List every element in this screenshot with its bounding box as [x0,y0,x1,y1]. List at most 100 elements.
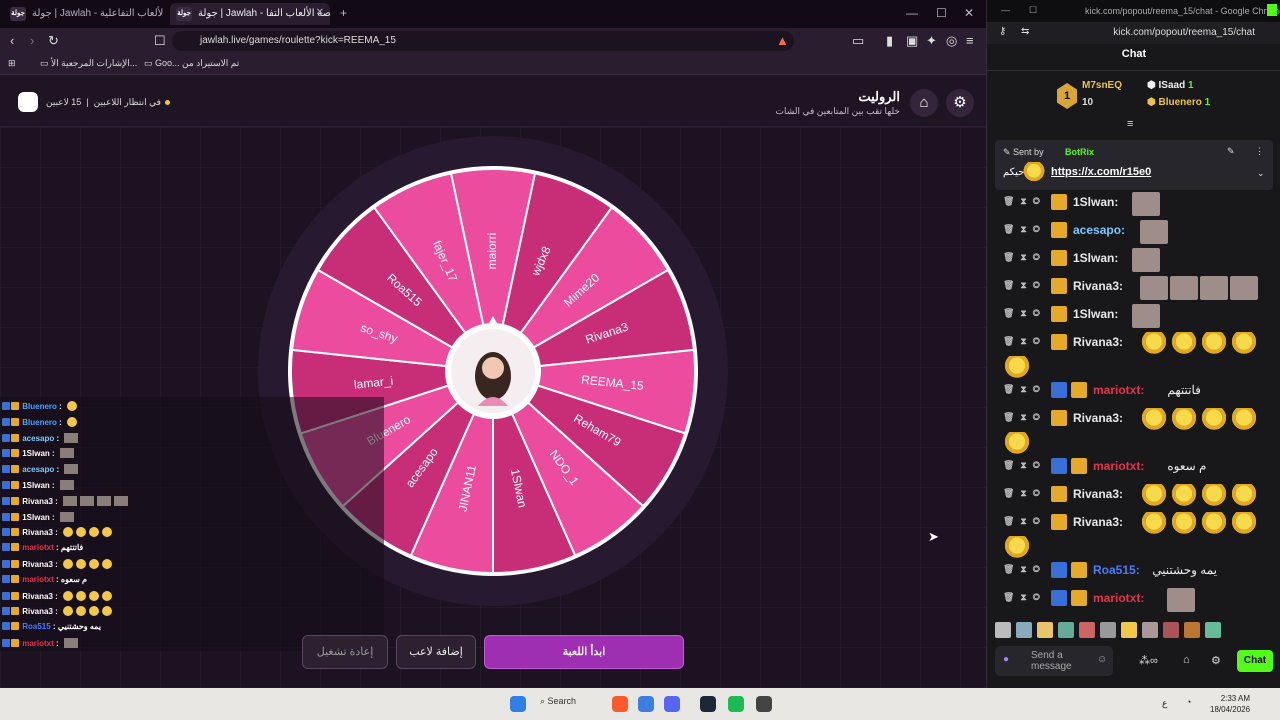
apps-icon[interactable]: ⊞ [8,58,16,69]
mic-icon[interactable]: ● [1003,654,1009,665]
pinned-link[interactable]: https://x.com/r15e0 [1051,166,1151,178]
discord-icon[interactable] [664,696,680,712]
tab-jawlah-2[interactable]: جولة جولة | Jawlah - منصة الألعاب التفا … [170,3,330,25]
chat-username[interactable]: Rivana3: [1073,487,1123,501]
mod-tools-icons[interactable]: 🗑⧗◎ [1003,308,1046,319]
chat-username[interactable]: Rivana3: [1073,411,1123,425]
collapse-leaderboard-icon[interactable]: ≡ [1127,118,1133,130]
chat-message[interactable]: 🗑⧗◎ Rivana3: [987,408,1280,456]
chat-username[interactable]: 1Slwan: [1073,251,1118,265]
chevron-down-icon[interactable]: ⌄ [1257,168,1265,179]
leaderboard-third[interactable]: ⬢ Bluenero 1 [1147,97,1210,108]
quick-emote-icon[interactable] [1037,622,1053,638]
windows-start-icon[interactable] [510,696,526,712]
close-tab-icon[interactable]: ✕ [316,7,324,18]
steam-icon[interactable] [700,696,716,712]
chat-message[interactable]: 🗑⧗◎ Rivana3: [987,276,1280,304]
mod-tools-icons[interactable]: 🗑⧗◎ [1003,280,1046,291]
wallet-icon[interactable]: ▣ [906,33,918,49]
reset-button[interactable]: إعادة تشغيل [302,635,388,669]
language-indicator[interactable]: ع [1162,698,1167,709]
chat-send-button[interactable]: Chat [1237,650,1273,672]
leaderboard-second[interactable]: ⬢ ISaad 1 [1147,80,1194,91]
spotify-icon[interactable] [728,696,744,712]
menu-icon[interactable]: ≡ [966,33,974,48]
vpn-icon[interactable]: ◎ [946,33,957,49]
sidebar-icon[interactable]: ▮ [886,33,893,49]
chat-username[interactable]: 1Slwan: [1073,195,1118,209]
chat-username[interactable]: Roa515: [1093,563,1140,577]
mod-tools-icons[interactable]: 🗑⧗◎ [1003,460,1046,471]
quick-emote-icon[interactable] [1058,622,1074,638]
taskbar-search[interactable]: ⌕ Search [540,696,576,707]
bookmark-folder-2[interactable]: ▭ Goo... تم الاستيراد من [144,58,239,69]
mod-tools-icons[interactable]: 🗑⧗◎ [1003,564,1046,575]
quick-emote-icon[interactable] [1163,622,1179,638]
bookmark-icon[interactable]: ☐ [154,33,166,49]
points-icon[interactable]: ⁂∞ [1139,654,1158,667]
chrome-icon[interactable] [638,696,654,712]
clock[interactable]: 2:33 AM 18/04/2026 [1210,693,1250,715]
chat-username[interactable]: mariotxt: [1093,383,1144,397]
chat-username[interactable]: Rivana3: [1073,515,1123,529]
pin-icon[interactable]: ✎ [1227,146,1235,157]
mod-tools-icons[interactable]: 🗑⧗◎ [1003,412,1046,423]
network-icon[interactable]: ◔ [1186,697,1191,707]
chat-message[interactable]: 🗑⧗◎ acesapo: [987,220,1280,248]
obs-icon[interactable] [756,696,772,712]
mod-tools-icons[interactable]: 🗑⧗◎ [1003,384,1046,395]
chat-username[interactable]: Rivana3: [1073,335,1123,349]
leaderboard-first[interactable]: M7snEQ [1082,80,1122,91]
chat-message[interactable]: 🗑⧗◎ Rivana3: [987,332,1280,380]
translate-icon[interactable]: ⇆ [1021,26,1029,37]
tab-jawlah-1[interactable]: جولة جولة | Jawlah - منصة الألعاب التفاع… [4,3,164,25]
settings-gear-icon[interactable]: ⚙ [1211,654,1221,667]
bookmark-folder-1[interactable]: ▭ الإشارات المرجعية الأ... [40,58,137,69]
mod-tools-icons[interactable]: 🗑⧗◎ [1003,592,1046,603]
chat-username[interactable]: mariotxt: [1093,591,1144,605]
maximize-icon[interactable]: ☐ [1029,5,1037,16]
minimize-icon[interactable]: — [906,6,918,20]
mod-tools-icons[interactable]: 🗑⧗◎ [1003,336,1046,347]
chat-message[interactable]: 🗑⧗◎ 1Slwan: [987,192,1280,220]
reload-icon[interactable]: ↻ [48,33,59,49]
ai-icon[interactable]: ✦ [926,33,937,49]
add-player-button[interactable]: إضافة لاعب [396,635,476,669]
forward-icon[interactable]: › [30,33,34,48]
emoji-icon[interactable]: ☺ [1097,654,1107,665]
chat-message[interactable]: 🗑⧗◎ mariotxt: فاتتتهم [987,380,1280,408]
chat-message[interactable]: 🗑⧗◎ 1Slwan: [987,304,1280,332]
chat-username[interactable]: acesapo: [1073,223,1125,237]
key-icon[interactable]: ⚷ [999,26,1006,37]
chat-username[interactable]: Rivana3: [1073,279,1123,293]
url-field[interactable]: jawlah.live/games/roulette?kick=REEMA_15 [172,31,794,51]
chat-message[interactable]: 🗑⧗◎ Roa515: يمه وحشتنيي [987,560,1280,588]
settings-gear-icon[interactable]: ⚙ [946,89,974,117]
mod-tools-icons[interactable]: 🗑⧗◎ [1003,488,1046,499]
cast-icon[interactable]: ▭ [852,33,864,49]
mod-tools-icons[interactable]: 🗑⧗◎ [1003,252,1046,263]
chat-message[interactable]: 🗑⧗◎ Rivana3: [987,512,1280,560]
brave-shield-icon[interactable]: ▲ [776,33,789,48]
mod-tools-icons[interactable]: 🗑⧗◎ [1003,196,1046,207]
send-message-input[interactable]: ● Send a message ☺ [995,646,1113,676]
home-icon[interactable]: ⌂ [910,89,938,117]
quick-emote-icon[interactable] [1205,622,1221,638]
new-tab-icon[interactable]: + [340,6,347,20]
chat-message[interactable]: 🗑⧗◎ mariotxt: [987,588,1280,616]
mod-tools-icons[interactable]: 🗑⧗◎ [1003,516,1046,527]
chat-username[interactable]: mariotxt: [1093,459,1144,473]
minimize-icon[interactable]: — [1001,5,1010,15]
store-icon[interactable]: ⌂ [1183,654,1190,666]
chat-message[interactable]: 🗑⧗◎ mariotxt: م سعوه [987,456,1280,484]
back-icon[interactable]: ‹ [10,33,14,48]
quick-emote-icon[interactable] [1100,622,1116,638]
more-options-icon[interactable]: ⋮ [1255,146,1264,157]
quick-emote-icon[interactable] [995,622,1011,638]
quick-emote-icon[interactable] [1121,622,1137,638]
chat-message[interactable]: 🗑⧗◎ 1Slwan: [987,248,1280,276]
start-game-button[interactable]: ابدأ اللعبة [484,635,684,669]
quick-emote-icon[interactable] [1184,622,1200,638]
chat-message[interactable]: 🗑⧗◎ Rivana3: [987,484,1280,512]
brave-icon[interactable] [612,696,628,712]
